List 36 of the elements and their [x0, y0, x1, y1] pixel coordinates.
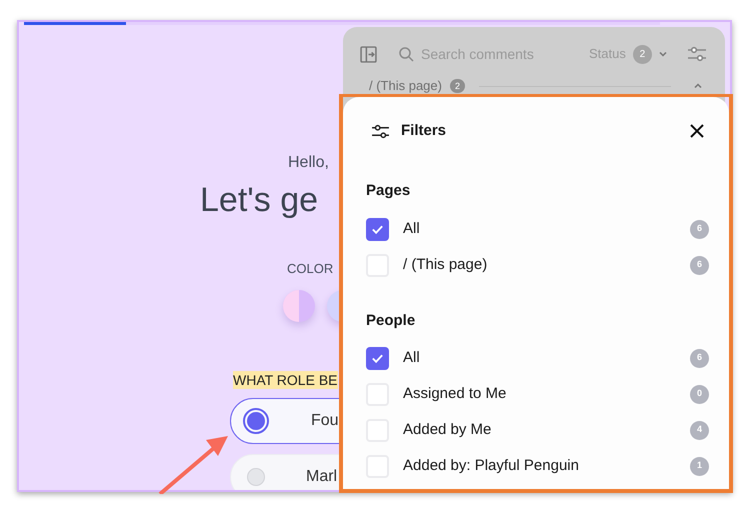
color-label: COLOR [287, 261, 334, 277]
search-icon [398, 46, 414, 62]
count-badge: 1 [690, 456, 709, 476]
count-badge: 6 [690, 256, 709, 274]
section-heading: People [366, 310, 416, 331]
role-label: Fou [311, 411, 339, 431]
filter-option-label[interactable]: / (This page) [403, 254, 488, 276]
filter-option-label[interactable]: Added by: Playful Penguin [403, 454, 579, 478]
role-option[interactable]: Marl [230, 454, 339, 490]
filter-icon[interactable] [371, 124, 390, 138]
role-label: Marl [306, 467, 338, 487]
close-icon[interactable] [689, 123, 705, 139]
page-heading: Let's ge [200, 180, 318, 220]
filter-option-label[interactable]: All [403, 218, 420, 240]
count-badge: 6 [690, 220, 709, 238]
checkbox[interactable] [366, 346, 389, 370]
filter-option-label[interactable]: Assigned to Me [403, 382, 506, 406]
role-option[interactable]: Fou [230, 398, 339, 444]
checkbox[interactable] [366, 218, 389, 240]
count-badge: 0 [690, 384, 709, 404]
count-badge: 2 [632, 44, 652, 64]
filter-option-label[interactable]: All [403, 346, 420, 370]
role-question: WHAT ROLE BE [233, 371, 338, 389]
color-swatch[interactable] [283, 290, 315, 322]
radio-selected-icon [243, 408, 269, 434]
chevron-down-icon[interactable] [658, 49, 668, 59]
count-badge: 6 [690, 348, 709, 368]
greeting-text: Hello, [288, 153, 329, 173]
radio-icon [247, 468, 265, 486]
panel-collapse-icon[interactable] [360, 46, 377, 62]
filters-title: Filters [401, 120, 446, 141]
count-badge: 4 [690, 420, 709, 440]
section-heading: Pages [366, 180, 410, 201]
chevron-up-icon[interactable] [693, 81, 703, 91]
count-badge: 2 [450, 79, 465, 93]
filter-option-label[interactable]: Added by Me [403, 418, 492, 442]
